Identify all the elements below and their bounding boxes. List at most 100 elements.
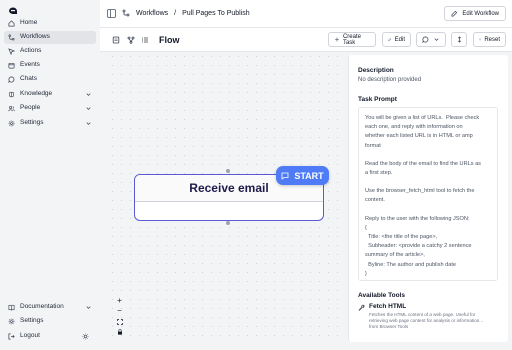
chat-icon [281, 172, 289, 180]
home-icon [8, 20, 15, 27]
sidebar-item-label: Events [20, 61, 40, 69]
sidebar-item-label: Knowledge [20, 90, 53, 98]
workflow-icon [122, 9, 130, 17]
sidebar-item-settings-bottom[interactable]: Settings [4, 315, 96, 328]
wrench-icon [358, 304, 365, 311]
sidebar-item-label: Home [20, 19, 38, 27]
task-prompt-line [365, 178, 491, 187]
task-prompt-line: You will be given a list of URLs. Please… [365, 115, 480, 121]
sidebar-item-label: Logout [20, 332, 40, 340]
reset-icon [479, 38, 481, 41]
task-prompt-line: Read the body of the email to find the U… [365, 160, 481, 167]
flow-title: Flow [159, 35, 180, 45]
zoom-in-button[interactable]: + [115, 296, 124, 305]
start-badge[interactable]: START [276, 166, 329, 185]
expand-vertical-icon [457, 36, 461, 43]
task-prompt-line: format [365, 142, 381, 149]
sidebar-item-label: Documentation [20, 303, 64, 311]
reset-label: Reset [484, 36, 500, 43]
task-prompt-line [365, 206, 491, 215]
expand-vertical-button[interactable] [451, 32, 467, 47]
sidebar-item-people[interactable]: People [4, 102, 96, 115]
chevron-down-icon[interactable] [85, 105, 92, 112]
sidebar-item-chats[interactable]: Chats [4, 73, 96, 86]
sidebar-item-actions[interactable]: Actions [4, 45, 96, 58]
create-task-button[interactable]: Create Task [328, 32, 376, 47]
app-logo-icon[interactable] [8, 7, 18, 15]
chevron-down-icon[interactable] [85, 304, 92, 311]
lock-button[interactable] [115, 327, 124, 336]
logout-icon [8, 333, 15, 340]
task-details-panel: Description No description provided Task… [348, 55, 508, 342]
chevron-down-icon [434, 38, 439, 41]
sidebar-toggle-icon[interactable] [107, 9, 116, 18]
calendar-icon [8, 62, 15, 69]
edit-icon [451, 10, 458, 17]
task-prompt-line: Subheader: <provide a catchy 2 sentence [365, 243, 472, 250]
node-output-handle[interactable] [226, 221, 230, 225]
breadcrumb-separator: / [174, 9, 177, 17]
description-value: No description provided [358, 77, 422, 83]
zoom-out-button[interactable]: − [115, 306, 124, 315]
edit-icon [388, 38, 392, 42]
workflow-icon [8, 34, 15, 41]
task-prompt-line [365, 151, 491, 160]
task-prompt-textarea[interactable]: You will be given a list of URLs. Please… [358, 107, 498, 281]
list-view-icon[interactable] [141, 36, 149, 44]
people-icon [8, 105, 15, 112]
sidebar-item-events[interactable]: Events [4, 59, 96, 72]
brain-icon [8, 91, 15, 98]
reset-button[interactable]: Reset [473, 32, 506, 47]
chat-dropdown-button[interactable] [416, 32, 446, 47]
sidebar-item-home[interactable]: Home [4, 17, 96, 30]
sidebar: Home Workflows Actions Events Chats Know… [0, 0, 100, 350]
fit-view-button[interactable] [115, 317, 124, 326]
chat-icon [8, 76, 15, 83]
chevron-down-icon[interactable] [85, 91, 92, 98]
task-prompt-line: { [365, 224, 367, 231]
theme-toggle-icon[interactable] [82, 333, 89, 340]
document-icon[interactable] [112, 36, 120, 44]
edit-button[interactable]: Edit [382, 32, 411, 47]
sidebar-item-label: People [20, 104, 41, 112]
edit-workflow-button[interactable]: Edit Workflow [444, 6, 506, 21]
flow-view-icon[interactable] [127, 36, 135, 44]
flow-canvas[interactable]: Receive email START + − [108, 52, 345, 342]
breadcrumb-current: Pull Pages To Publish [182, 9, 250, 17]
book-icon [8, 304, 15, 311]
sidebar-item-knowledge[interactable]: Knowledge [4, 88, 96, 101]
node-input-handle[interactable] [226, 169, 230, 173]
sidebar-item-logout[interactable]: Logout [4, 330, 96, 343]
lock-icon [117, 328, 122, 335]
flow-toolbar: Flow Create Task Edit Reset [100, 28, 512, 52]
task-prompt-line: } [365, 270, 367, 277]
sidebar-item-label: Actions [20, 47, 42, 55]
sidebar-item-label: Settings [20, 317, 44, 325]
sidebar-item-label: Chats [20, 75, 37, 83]
chevron-down-icon[interactable] [85, 120, 92, 127]
create-task-label: Create Task [342, 33, 361, 46]
sidebar-item-documentation[interactable]: Documentation [4, 301, 96, 314]
task-prompt-line: a first step. [365, 170, 393, 177]
edit-workflow-label: Edit Workflow [462, 10, 499, 17]
sidebar-item-workflows[interactable]: Workflows [4, 31, 96, 44]
gear-icon [8, 318, 15, 325]
fit-view-icon [116, 318, 123, 325]
sidebar-item-settings[interactable]: Settings [4, 117, 96, 130]
task-prompt-line: Use the browser_fetch_html tool to fetch… [365, 188, 475, 195]
top-header: Workflows / Pull Pages To Publish Edit W… [100, 0, 512, 28]
gear-icon [8, 120, 15, 127]
chat-icon [422, 36, 429, 43]
start-label: START [294, 170, 324, 181]
task-prompt-line: each one, and reply with information on [365, 124, 463, 131]
plus-icon [335, 37, 339, 42]
tool-name: Fetch HTML [369, 303, 407, 310]
task-prompt-line: Reply to the user with the following JSO… [365, 215, 470, 222]
task-prompt-line: whether each listed URL is in HTML or am… [365, 133, 473, 140]
task-prompt-heading: Task Prompt [358, 96, 397, 103]
breadcrumb-workflows[interactable]: Workflows [136, 10, 168, 17]
tool-item-fetch-html[interactable]: Fetch HTML Fetches the HTML content of a… [358, 303, 503, 330]
task-prompt-line: summary of the article>, [365, 252, 425, 259]
tool-source: from Browser Tools [369, 324, 409, 329]
description-heading: Description [358, 67, 394, 74]
